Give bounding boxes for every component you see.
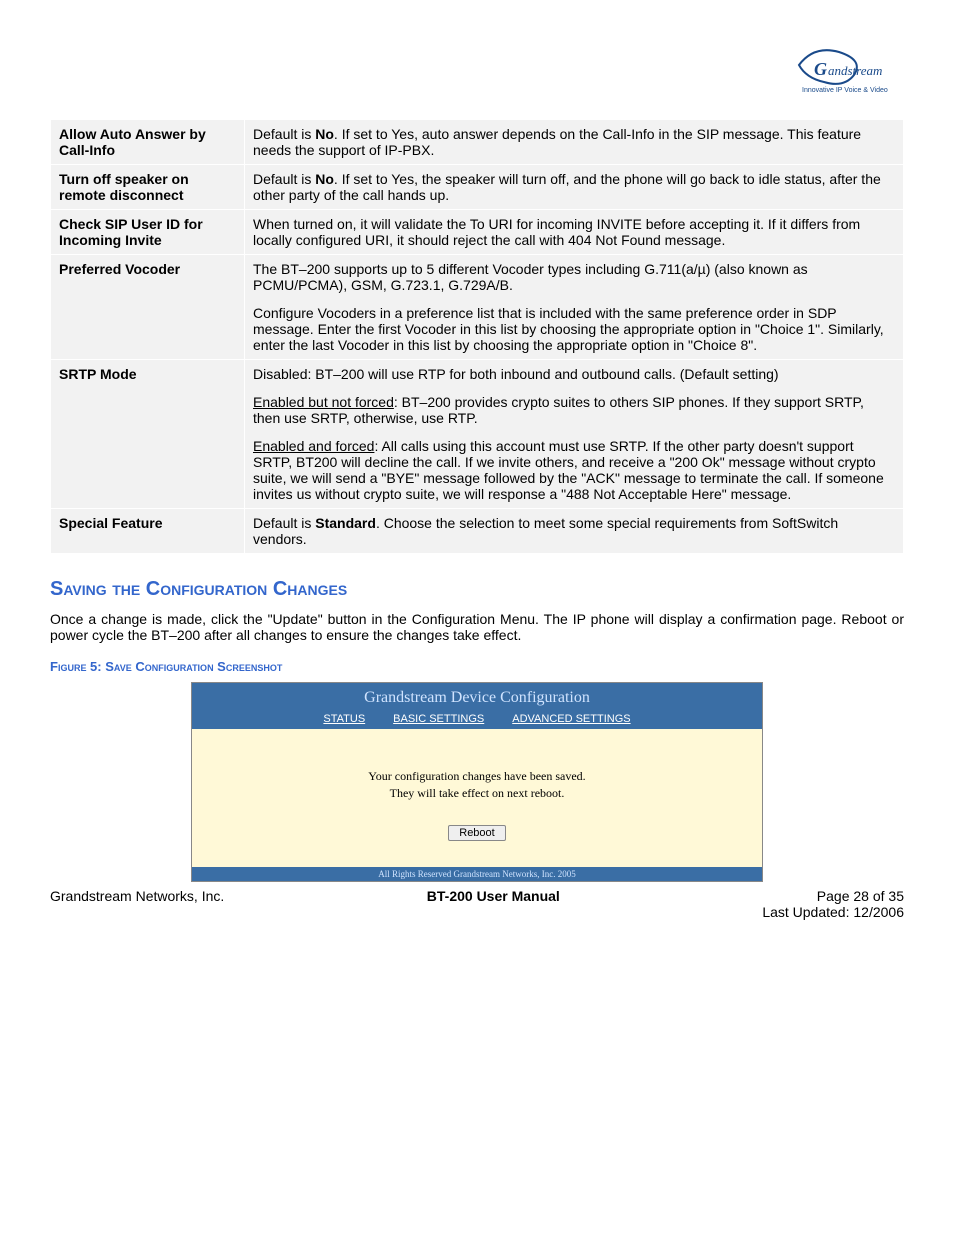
footer-center: BT-200 User Manual [427, 888, 560, 920]
brand-logo: G andstream Innovative IP Voice & Video [50, 40, 904, 99]
row-description: Default is Standard. Choose the selectio… [245, 509, 904, 554]
table-row: Special FeatureDefault is Standard. Choo… [51, 509, 904, 554]
table-row: Check SIP User ID for Incoming InviteWhe… [51, 210, 904, 255]
table-row: SRTP ModeDisabled: BT–200 will use RTP f… [51, 360, 904, 509]
table-row: Turn off speaker on remote disconnectDef… [51, 165, 904, 210]
row-description: Default is No. If set to Yes, the speake… [245, 165, 904, 210]
section-heading: Saving the Configuration Changes [50, 578, 904, 601]
screenshot-header: Grandstream Device Configuration STATUS B… [192, 683, 762, 729]
config-table: Allow Auto Answer by Call-InfoDefault is… [50, 119, 904, 554]
svg-text:andstream: andstream [828, 63, 882, 78]
logo-tagline: Innovative IP Voice & Video [802, 87, 888, 94]
screenshot-tabs: STATUS BASIC SETTINGS ADVANCED SETTINGS [192, 713, 762, 725]
row-description: Default is No. If set to Yes, auto answe… [245, 120, 904, 165]
footer-right: Page 28 of 35 Last Updated: 12/2006 [762, 888, 904, 920]
table-row: Preferred VocoderThe BT–200 supports up … [51, 255, 904, 360]
svg-text:G: G [814, 59, 827, 79]
section-body: Once a change is made, click the "Update… [50, 611, 904, 643]
figure-caption: Figure 5: Save Configuration Screenshot [50, 659, 904, 674]
tab-basic-settings[interactable]: BASIC SETTINGS [393, 713, 484, 725]
row-label: SRTP Mode [51, 360, 245, 509]
tab-status[interactable]: STATUS [323, 713, 365, 725]
table-row: Allow Auto Answer by Call-InfoDefault is… [51, 120, 904, 165]
row-label: Special Feature [51, 509, 245, 554]
screenshot-msg-1: Your configuration changes have been sav… [212, 769, 742, 784]
screenshot-title: Grandstream Device Configuration [192, 689, 762, 707]
row-label: Check SIP User ID for Incoming Invite [51, 210, 245, 255]
config-screenshot: Grandstream Device Configuration STATUS B… [191, 682, 763, 882]
reboot-button[interactable]: Reboot [448, 825, 505, 841]
footer-left: Grandstream Networks, Inc. [50, 888, 224, 920]
screenshot-msg-2: They will take effect on next reboot. [212, 786, 742, 801]
row-label: Turn off speaker on remote disconnect [51, 165, 245, 210]
row-label: Preferred Vocoder [51, 255, 245, 360]
row-label: Allow Auto Answer by Call-Info [51, 120, 245, 165]
row-description: Disabled: BT–200 will use RTP for both i… [245, 360, 904, 509]
tab-advanced-settings[interactable]: ADVANCED SETTINGS [512, 713, 630, 725]
row-description: The BT–200 supports up to 5 different Vo… [245, 255, 904, 360]
screenshot-footer: All Rights Reserved Grandstream Networks… [192, 867, 762, 881]
row-description: When turned on, it will validate the To … [245, 210, 904, 255]
screenshot-body: Your configuration changes have been sav… [192, 729, 762, 867]
page-footer: Grandstream Networks, Inc. BT-200 User M… [50, 888, 904, 920]
